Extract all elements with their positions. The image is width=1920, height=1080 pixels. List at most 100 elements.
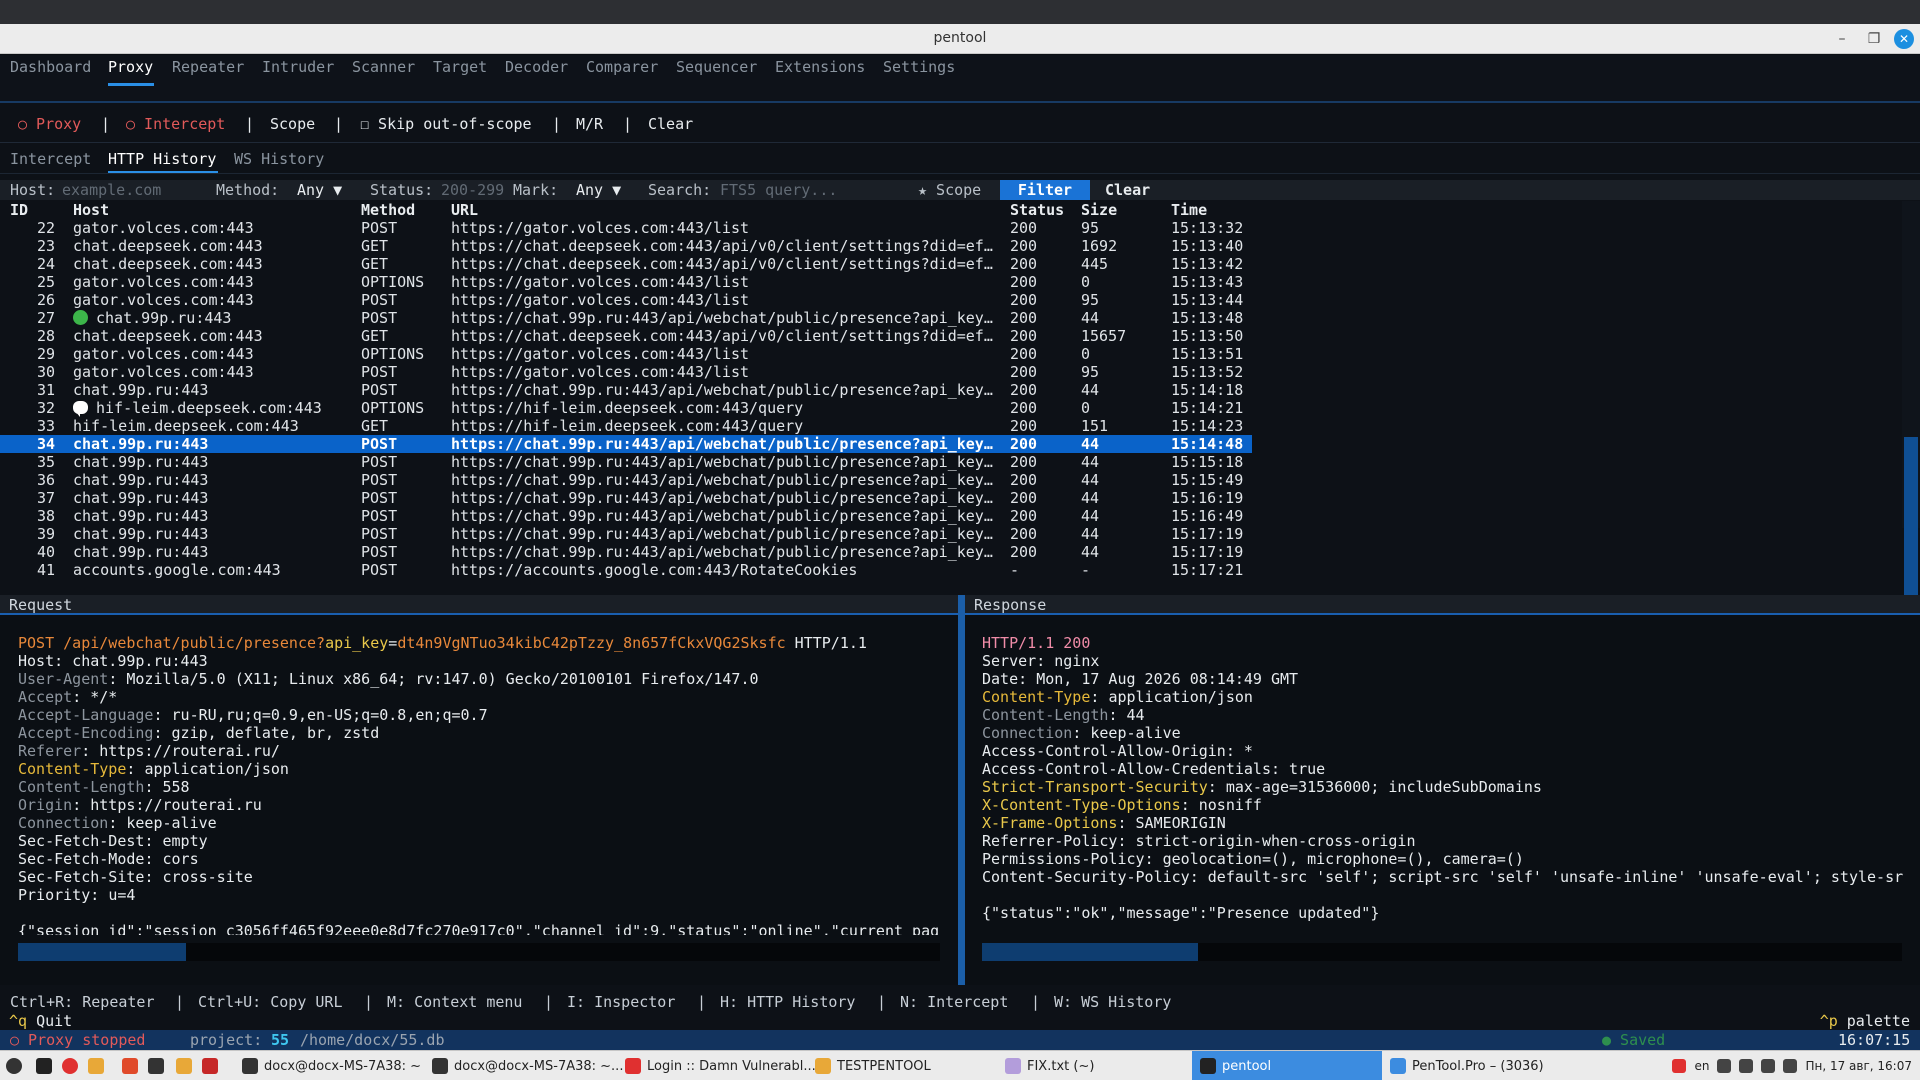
cell-id: 34: [15, 435, 55, 453]
taskbar-item-terminal-2[interactable]: docx@docx-MS-7A38: ~...: [432, 1051, 623, 1080]
maximize-button[interactable]: ❐: [1862, 28, 1886, 50]
table-row[interactable]: 35 chat.99p.ru:443 POST https://chat.99p.ru…: [0, 453, 1252, 471]
table-row[interactable]: 32 hif-leim.deepseek.com:443 OPTIONS https:…: [0, 399, 1252, 417]
shortcut-ws-history: W: WS History: [1054, 993, 1172, 1011]
subtab-http-history[interactable]: HTTP History: [108, 150, 216, 168]
editor-launcher-icon[interactable]: [202, 1051, 224, 1080]
terminal-launcher-icon[interactable]: [36, 1051, 58, 1080]
start-menu-icon[interactable]: [6, 1051, 28, 1080]
tab-extensions[interactable]: Extensions: [775, 58, 865, 76]
table-row[interactable]: 30 gator.volces.com:443 POST https://gator.…: [0, 363, 1252, 381]
table-row[interactable]: 34 chat.99p.ru:443 POST https://chat.99p.ru…: [0, 435, 1252, 453]
taskbar-item-pentool-pro[interactable]: PenTool.Pro – (3036): [1390, 1051, 1544, 1080]
method-filter-select[interactable]: Any ▼: [297, 181, 342, 199]
taskbar-item-terminal-1[interactable]: docx@docx-MS-7A38: ~: [242, 1051, 421, 1080]
console-launcher-icon[interactable]: [148, 1051, 170, 1080]
taskbar-item-text-editor[interactable]: FIX.txt (~): [1005, 1051, 1094, 1080]
cell-text: POST: [361, 219, 398, 237]
column-header-size[interactable]: Size: [1081, 201, 1117, 219]
clear-filter-button[interactable]: Clear: [1105, 181, 1150, 199]
host-filter-input[interactable]: example.com: [62, 181, 161, 199]
mark-filter-select[interactable]: Any ▼: [576, 181, 621, 199]
table-row[interactable]: 31 chat.99p.ru:443 POST https://chat.99p.ru…: [0, 381, 1252, 399]
tab-intruder[interactable]: Intruder: [262, 58, 334, 76]
table-row[interactable]: 37 chat.99p.ru:443 POST https://chat.99p.ru…: [0, 489, 1252, 507]
table-row[interactable]: 39 chat.99p.ru:443 POST https://chat.99p.ru…: [0, 525, 1252, 543]
column-header-url[interactable]: URL: [451, 201, 478, 219]
cell-url: https://gator.volces.com:443/list: [451, 291, 993, 309]
column-header-time[interactable]: Time: [1171, 201, 1207, 219]
request-scrollbar-thumb[interactable]: [18, 943, 186, 961]
app-launcher-icon[interactable]: [122, 1051, 144, 1080]
table-row[interactable]: 22 gator.volces.com:443 POST https://gator.…: [0, 219, 1252, 237]
palette-hint[interactable]: ^p palette: [1820, 1012, 1910, 1030]
table-row[interactable]: 33 hif-leim.deepseek.com:443 GET https://hi…: [0, 417, 1252, 435]
folder-launcher-icon[interactable]: [176, 1051, 198, 1080]
response-horizontal-scrollbar[interactable]: [982, 943, 1902, 961]
tab-repeater[interactable]: Repeater: [172, 58, 244, 76]
search-filter-input[interactable]: FTS5 query...: [720, 181, 837, 199]
status-filter-input[interactable]: 200-299: [441, 181, 504, 199]
column-header-id[interactable]: ID: [10, 201, 28, 219]
table-row[interactable]: 40 chat.99p.ru:443 POST https://chat.99p.ru…: [0, 543, 1252, 561]
tab-scanner[interactable]: Scanner: [352, 58, 415, 76]
tab-dashboard[interactable]: Dashboard: [10, 58, 91, 76]
subtab-ws-history[interactable]: WS History: [234, 150, 324, 168]
cell-text: 200: [1010, 507, 1038, 525]
tab-proxy[interactable]: Proxy: [108, 58, 153, 76]
skip-out-of-scope-checkbox[interactable]: ☐ Skip out-of-scope: [360, 115, 532, 133]
request-horizontal-scrollbar[interactable]: [18, 943, 940, 961]
tab-comparer[interactable]: Comparer: [586, 58, 658, 76]
taskbar-item-browser[interactable]: Login :: Damn Vulnerabl...: [625, 1051, 816, 1080]
cell-text: 200: [1010, 543, 1038, 561]
table-scrollbar[interactable]: [1902, 201, 1920, 617]
table-row[interactable]: 23 chat.deepseek.com:443 GET https://chat.d…: [0, 237, 1252, 255]
tab-decoder[interactable]: Decoder: [505, 58, 568, 76]
quit-hint[interactable]: ^q Quit: [9, 1012, 72, 1030]
scope-filter-toggle[interactable]: ★ Scope: [918, 181, 981, 199]
taskbar-item-pentool[interactable]: pentool: [1192, 1051, 1382, 1080]
table-scrollbar-thumb[interactable]: [1904, 437, 1918, 617]
column-header-host[interactable]: Host: [73, 201, 109, 219]
close-button[interactable]: ✕: [1894, 29, 1914, 49]
volume-tray-icon[interactable]: [1783, 1059, 1798, 1073]
table-row[interactable]: 38 chat.99p.ru:443 POST https://chat.99p.ru…: [0, 507, 1252, 525]
notifications-tray-icon[interactable]: [1761, 1059, 1776, 1073]
clear-history-button[interactable]: Clear: [648, 115, 693, 133]
column-header-method[interactable]: Method: [361, 201, 415, 219]
proxy-toggle-button[interactable]: ○ Proxy: [18, 115, 81, 133]
intercept-toggle-button[interactable]: ○ Intercept: [126, 115, 225, 133]
tab-sequencer[interactable]: Sequencer: [676, 58, 757, 76]
shortcut-copy-url: Ctrl+U: Copy URL: [198, 993, 343, 1011]
table-row[interactable]: 36 chat.99p.ru:443 POST https://chat.99p.ru…: [0, 471, 1252, 489]
telegram-tray-icon[interactable]: [1672, 1059, 1687, 1073]
subtab-intercept[interactable]: Intercept: [10, 150, 91, 168]
table-row[interactable]: 28 chat.deepseek.com:443 GET https://chat.d…: [0, 327, 1252, 345]
tab-settings[interactable]: Settings: [883, 58, 955, 76]
table-row[interactable]: 24 chat.deepseek.com:443 GET https://chat.d…: [0, 255, 1252, 273]
http-history-table: ID Host Method URL Status Size Time 22 ga…: [0, 201, 1920, 617]
minimize-button[interactable]: –: [1830, 28, 1854, 50]
response-scrollbar-thumb[interactable]: [982, 943, 1198, 961]
table-row[interactable]: 29 gator.volces.com:443 OPTIONS https://gat…: [0, 345, 1252, 363]
tab-target[interactable]: Target: [433, 58, 487, 76]
taskbar-item-folder[interactable]: TESTPENTOOL: [815, 1051, 931, 1080]
request-editor[interactable]: POST /api/webchat/public/presence?api_ke…: [18, 634, 958, 935]
table-row[interactable]: 41 accounts.google.com:443 POST https://acc…: [0, 561, 1252, 579]
cell-status: 200: [1010, 435, 1070, 453]
response-editor[interactable]: HTTP/1.1 200 Server: nginx Date: Mon, 17 …: [982, 634, 1920, 935]
taskbar-clock[interactable]: Пн, 17 авг, 16:07: [1805, 1059, 1912, 1073]
request-response-splitter[interactable]: [958, 595, 965, 985]
table-row[interactable]: 27 chat.99p.ru:443 POST https://chat.99p.ru…: [0, 309, 1252, 327]
browser-launcher-icon[interactable]: [62, 1051, 84, 1080]
clipboard-tray-icon[interactable]: [1717, 1059, 1732, 1073]
column-header-status[interactable]: Status: [1010, 201, 1064, 219]
table-row[interactable]: 26 gator.volces.com:443 POST https://gator.…: [0, 291, 1252, 309]
table-row[interactable]: 25 gator.volces.com:443 OPTIONS https://gat…: [0, 273, 1252, 291]
keyboard-layout-indicator[interactable]: en: [1694, 1059, 1709, 1073]
files-launcher-icon[interactable]: [88, 1051, 110, 1080]
scope-button[interactable]: Scope: [270, 115, 315, 133]
match-replace-button[interactable]: M/R: [576, 115, 603, 133]
filter-button[interactable]: Filter: [1000, 180, 1090, 200]
shield-tray-icon[interactable]: [1739, 1059, 1754, 1073]
